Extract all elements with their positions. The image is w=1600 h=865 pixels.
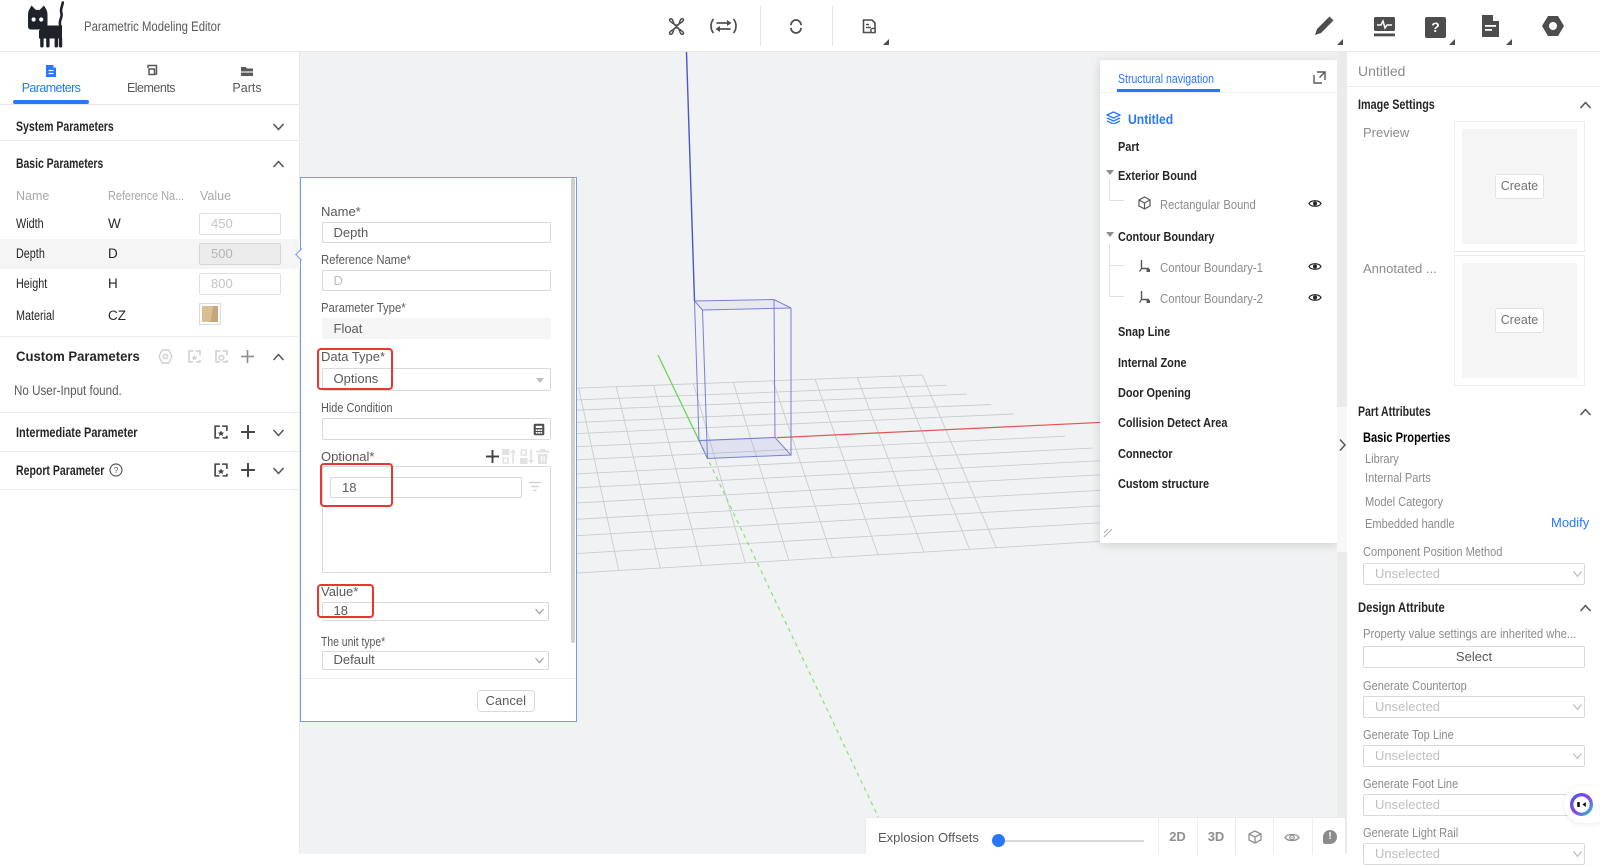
svg-text:?: ? (114, 465, 119, 475)
